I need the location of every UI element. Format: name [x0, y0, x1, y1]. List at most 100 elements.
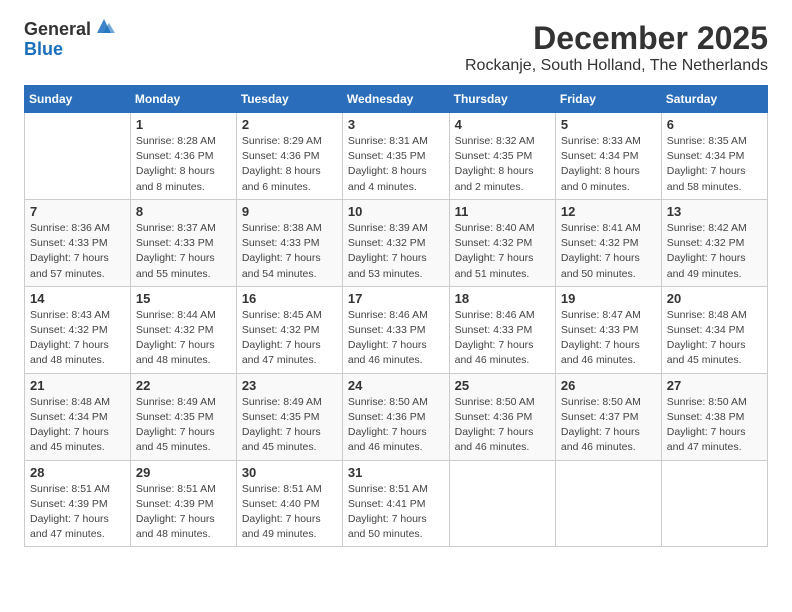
day-number: 7 [30, 204, 125, 219]
calendar-cell: 30 Sunrise: 8:51 AMSunset: 4:40 PMDayligh… [236, 460, 342, 547]
day-info: Sunrise: 8:49 AMSunset: 4:35 PMDaylight:… [242, 395, 337, 456]
day-info: Sunrise: 8:46 AMSunset: 4:33 PMDaylight:… [348, 308, 444, 369]
day-info: Sunrise: 8:51 AMSunset: 4:40 PMDaylight:… [242, 482, 337, 543]
calendar-cell: 5 Sunrise: 8:33 AMSunset: 4:34 PMDaylight… [555, 113, 661, 200]
day-number: 16 [242, 291, 337, 306]
day-info: Sunrise: 8:39 AMSunset: 4:32 PMDaylight:… [348, 221, 444, 282]
day-number: 17 [348, 291, 444, 306]
calendar-cell: 27 Sunrise: 8:50 AMSunset: 4:38 PMDayligh… [661, 373, 767, 460]
day-number: 8 [136, 204, 231, 219]
calendar-cell: 19Sunrise: 8:47 AMSunset: 4:33 PMDayligh… [555, 286, 661, 373]
day-info: Sunrise: 8:50 AMSunset: 4:36 PMDaylight:… [348, 395, 444, 456]
day-number: 26 [561, 378, 656, 393]
day-number: 5 [561, 117, 656, 132]
header: General Blue December 2025 Rockanje, Sou… [24, 20, 768, 75]
calendar-cell: 21 Sunrise: 8:48 AMSunset: 4:34 PMDayligh… [25, 373, 131, 460]
calendar-cell: 23 Sunrise: 8:49 AMSunset: 4:35 PMDayligh… [236, 373, 342, 460]
calendar-week-2: 7 Sunrise: 8:36 AMSunset: 4:33 PMDaylight… [25, 199, 768, 286]
day-number: 9 [242, 204, 337, 219]
day-info: Sunrise: 8:33 AMSunset: 4:34 PMDaylight:… [561, 134, 656, 195]
day-number: 23 [242, 378, 337, 393]
calendar-cell: 20Sunrise: 8:48 AMSunset: 4:34 PMDayligh… [661, 286, 767, 373]
day-info: Sunrise: 8:51 AMSunset: 4:41 PMDaylight:… [348, 482, 444, 543]
day-info: Sunrise: 8:46 AMSunset: 4:33 PMDaylight:… [455, 308, 550, 369]
weekday-header-sunday: Sunday [25, 86, 131, 113]
title-block: December 2025 Rockanje, South Holland, T… [465, 20, 768, 75]
day-number: 21 [30, 378, 125, 393]
day-info: Sunrise: 8:50 AMSunset: 4:38 PMDaylight:… [667, 395, 762, 456]
day-number: 14 [30, 291, 125, 306]
calendar-cell: 13 Sunrise: 8:42 AMSunset: 4:32 PMDayligh… [661, 199, 767, 286]
day-info: Sunrise: 8:47 AMSunset: 4:33 PMDaylight:… [561, 308, 656, 369]
calendar-cell: 4Sunrise: 8:32 AMSunset: 4:35 PMDaylight… [449, 113, 555, 200]
calendar-cell: 26 Sunrise: 8:50 AMSunset: 4:37 PMDayligh… [555, 373, 661, 460]
logo-icon [93, 15, 115, 37]
calendar-header: SundayMondayTuesdayWednesdayThursdayFrid… [25, 86, 768, 113]
day-number: 15 [136, 291, 231, 306]
day-number: 12 [561, 204, 656, 219]
day-number: 18 [455, 291, 550, 306]
calendar-cell: 18 Sunrise: 8:46 AMSunset: 4:33 PMDayligh… [449, 286, 555, 373]
day-info: Sunrise: 8:37 AMSunset: 4:33 PMDaylight:… [136, 221, 231, 282]
day-number: 30 [242, 465, 337, 480]
day-info: Sunrise: 8:35 AMSunset: 4:34 PMDaylight:… [667, 134, 762, 195]
day-number: 6 [667, 117, 762, 132]
calendar-cell: 9 Sunrise: 8:38 AMSunset: 4:33 PMDaylight… [236, 199, 342, 286]
day-number: 27 [667, 378, 762, 393]
calendar-cell: 7 Sunrise: 8:36 AMSunset: 4:33 PMDaylight… [25, 199, 131, 286]
calendar-cell: 12Sunrise: 8:41 AMSunset: 4:32 PMDayligh… [555, 199, 661, 286]
weekday-header-friday: Friday [555, 86, 661, 113]
location-title: Rockanje, South Holland, The Netherlands [465, 57, 768, 75]
day-info: Sunrise: 8:45 AMSunset: 4:32 PMDaylight:… [242, 308, 337, 369]
day-number: 31 [348, 465, 444, 480]
calendar-cell: 8 Sunrise: 8:37 AMSunset: 4:33 PMDaylight… [130, 199, 236, 286]
day-number: 25 [455, 378, 550, 393]
day-info: Sunrise: 8:31 AMSunset: 4:35 PMDaylight:… [348, 134, 444, 195]
day-info: Sunrise: 8:40 AMSunset: 4:32 PMDaylight:… [455, 221, 550, 282]
day-number: 13 [667, 204, 762, 219]
logo-general: General [24, 20, 91, 40]
calendar-week-5: 28Sunrise: 8:51 AMSunset: 4:39 PMDayligh… [25, 460, 768, 547]
calendar-cell: 1 Sunrise: 8:28 AMSunset: 4:36 PMDaylight… [130, 113, 236, 200]
day-number: 24 [348, 378, 444, 393]
calendar-cell: 29Sunrise: 8:51 AMSunset: 4:39 PMDayligh… [130, 460, 236, 547]
calendar-cell [661, 460, 767, 547]
logo: General Blue [24, 20, 115, 60]
weekday-header-saturday: Saturday [661, 86, 767, 113]
logo-blue: Blue [24, 39, 63, 59]
calendar-cell: 2Sunrise: 8:29 AMSunset: 4:36 PMDaylight… [236, 113, 342, 200]
calendar-cell: 28Sunrise: 8:51 AMSunset: 4:39 PMDayligh… [25, 460, 131, 547]
day-number: 22 [136, 378, 231, 393]
day-info: Sunrise: 8:51 AMSunset: 4:39 PMDaylight:… [136, 482, 231, 543]
calendar-cell: 31 Sunrise: 8:51 AMSunset: 4:41 PMDayligh… [342, 460, 449, 547]
calendar-week-3: 14 Sunrise: 8:43 AMSunset: 4:32 PMDayligh… [25, 286, 768, 373]
weekday-header-tuesday: Tuesday [236, 86, 342, 113]
day-number: 11 [455, 204, 550, 219]
calendar-cell: 11 Sunrise: 8:40 AMSunset: 4:32 PMDayligh… [449, 199, 555, 286]
calendar-cell: 16 Sunrise: 8:45 AMSunset: 4:32 PMDayligh… [236, 286, 342, 373]
calendar-cell: 24 Sunrise: 8:50 AMSunset: 4:36 PMDayligh… [342, 373, 449, 460]
day-info: Sunrise: 8:43 AMSunset: 4:32 PMDaylight:… [30, 308, 125, 369]
day-info: Sunrise: 8:48 AMSunset: 4:34 PMDaylight:… [30, 395, 125, 456]
weekday-header-monday: Monday [130, 86, 236, 113]
calendar-table: SundayMondayTuesdayWednesdayThursdayFrid… [24, 85, 768, 547]
day-number: 1 [136, 117, 231, 132]
calendar-cell: 25 Sunrise: 8:50 AMSunset: 4:36 PMDayligh… [449, 373, 555, 460]
day-number: 4 [455, 117, 550, 132]
day-info: Sunrise: 8:50 AMSunset: 4:37 PMDaylight:… [561, 395, 656, 456]
day-info: Sunrise: 8:49 AMSunset: 4:35 PMDaylight:… [136, 395, 231, 456]
day-info: Sunrise: 8:36 AMSunset: 4:33 PMDaylight:… [30, 221, 125, 282]
day-info: Sunrise: 8:38 AMSunset: 4:33 PMDaylight:… [242, 221, 337, 282]
day-info: Sunrise: 8:29 AMSunset: 4:36 PMDaylight:… [242, 134, 337, 195]
calendar-body: 1 Sunrise: 8:28 AMSunset: 4:36 PMDaylight… [25, 113, 768, 547]
calendar-cell [555, 460, 661, 547]
day-number: 3 [348, 117, 444, 132]
calendar-cell: 14 Sunrise: 8:43 AMSunset: 4:32 PMDayligh… [25, 286, 131, 373]
calendar-cell: 10Sunrise: 8:39 AMSunset: 4:32 PMDayligh… [342, 199, 449, 286]
calendar-cell: 3 Sunrise: 8:31 AMSunset: 4:35 PMDaylight… [342, 113, 449, 200]
day-info: Sunrise: 8:50 AMSunset: 4:36 PMDaylight:… [455, 395, 550, 456]
day-info: Sunrise: 8:28 AMSunset: 4:36 PMDaylight:… [136, 134, 231, 195]
month-title: December 2025 [465, 20, 768, 57]
day-info: Sunrise: 8:42 AMSunset: 4:32 PMDaylight:… [667, 221, 762, 282]
day-number: 20 [667, 291, 762, 306]
